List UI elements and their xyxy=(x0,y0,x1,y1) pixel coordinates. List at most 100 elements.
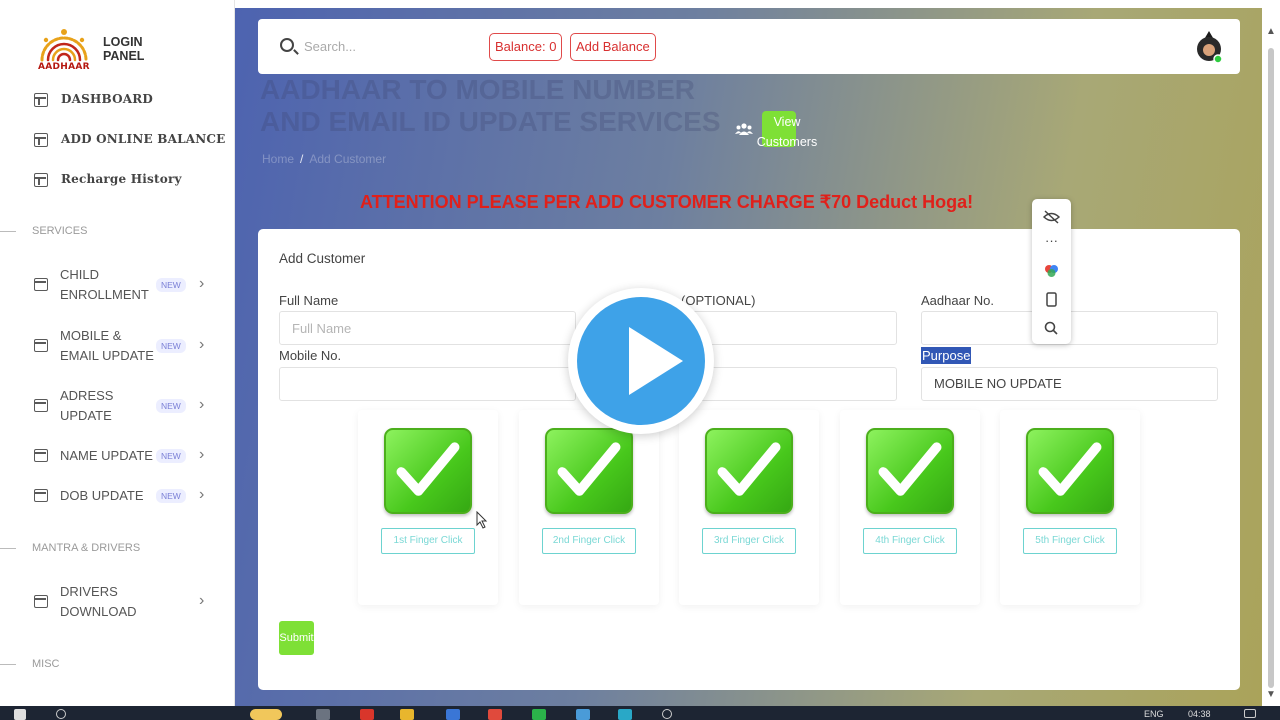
sidebar-item-dob-update[interactable]: DOB UPDATE NEW › xyxy=(0,474,235,518)
mobile-label: Mobile No. xyxy=(279,348,342,363)
play-icon xyxy=(629,327,683,395)
layout-icon xyxy=(34,133,48,147)
people-icon xyxy=(735,123,753,135)
breadcrumb-home[interactable]: Home xyxy=(262,152,294,166)
finger-card-4: 4th Finger Click xyxy=(840,410,980,605)
aadhaar-label: Aadhaar No. xyxy=(921,293,994,308)
full-name-label: Full Name xyxy=(279,293,339,308)
nav-add-online-balance[interactable]: ADD ONLINE BALANCE xyxy=(0,129,235,151)
finger-5-capture-button[interactable]: 5th Finger Click xyxy=(1023,528,1117,554)
section-drivers-label: MANTRA & DRIVERS xyxy=(32,542,141,554)
sidebar-item-label: CHILD ENROLLMENT xyxy=(60,267,149,302)
nav-recharge-history[interactable]: Recharge History xyxy=(0,169,235,191)
scroll-down-icon[interactable]: ▼ xyxy=(1266,689,1276,700)
breadcrumb-current: Add Customer xyxy=(309,152,387,166)
vertical-scrollbar[interactable]: ▲ ▼ xyxy=(1262,8,1280,706)
top-navbar: Balance: 0 Add Balance xyxy=(258,19,1240,74)
play-video-button[interactable] xyxy=(568,288,714,434)
scroll-thumb[interactable] xyxy=(1268,48,1274,688)
full-name-input[interactable] xyxy=(279,311,576,345)
email-optional-label: (OPTIONAL) xyxy=(681,293,756,308)
sidebar-item-label: ADRESS UPDATE xyxy=(60,388,114,423)
add-balance-button[interactable]: Add Balance xyxy=(570,33,656,61)
task-view-icon[interactable] xyxy=(316,709,330,720)
attention-banner: ATTENTION PLEASE PER ADD CUSTOMER CHARGE… xyxy=(360,192,974,212)
checkmark-icon xyxy=(1026,428,1114,514)
card-icon xyxy=(34,489,48,502)
finger-2-capture-button[interactable]: 2nd Finger Click xyxy=(542,528,636,554)
sidebar-item-mobile-email-update[interactable]: MOBILE & EMAIL UPDATE NEW › xyxy=(0,324,235,368)
chevron-right-icon: › xyxy=(199,486,205,503)
finger-3-capture-button[interactable]: 3rd Finger Click xyxy=(702,528,796,554)
submit-button[interactable]: Submit xyxy=(279,621,314,655)
chevron-right-icon: › xyxy=(199,336,205,353)
app-icon[interactable] xyxy=(360,709,374,720)
search-icon[interactable] xyxy=(1032,318,1071,338)
app-icon[interactable] xyxy=(618,709,632,720)
mobile-input[interactable] xyxy=(279,367,576,401)
finger-card-2: 2nd Finger Click xyxy=(519,410,659,605)
card-icon xyxy=(34,278,48,291)
document-icon xyxy=(34,595,48,608)
purpose-select[interactable]: MOBILE NO UPDATE xyxy=(921,367,1218,401)
sidebar-item-label: MOBILE & EMAIL UPDATE xyxy=(60,328,154,363)
card-title: Add Customer xyxy=(279,251,366,266)
sidebar-item-address-update[interactable]: ADRESS UPDATE NEW › xyxy=(0,384,235,428)
section-divider xyxy=(0,548,16,549)
app-icon[interactable] xyxy=(532,709,546,720)
aadhaar-logo[interactable]: AADHAAR LOGIN PANEL xyxy=(32,26,162,74)
search-icon[interactable] xyxy=(280,38,294,52)
app-icon[interactable] xyxy=(446,709,460,720)
copy-icon[interactable] xyxy=(1032,290,1071,310)
search-input[interactable] xyxy=(304,33,484,59)
sidebar-item-label: DOB UPDATE xyxy=(60,488,144,503)
hide-icon[interactable] xyxy=(1032,207,1071,227)
section-divider xyxy=(0,664,16,665)
color-icon[interactable] xyxy=(1032,261,1071,281)
file-explorer-icon[interactable] xyxy=(400,709,414,720)
finger-4-capture-button[interactable]: 4th Finger Click xyxy=(863,528,957,554)
finger-1-capture-button[interactable]: 1st Finger Click xyxy=(381,528,475,554)
app-icon[interactable] xyxy=(576,709,590,720)
logo-title-line1: LOGIN xyxy=(103,35,143,49)
add-customer-card: Add Customer Full Name (OPTIONAL) Aadhaa… xyxy=(258,229,1240,690)
chevron-right-icon: › xyxy=(199,275,205,292)
nav-dashboard-label: DASHBOARD xyxy=(61,92,154,106)
sidebar-item-drivers-download[interactable]: DRIVERS DOWNLOAD › xyxy=(0,580,235,624)
clock[interactable]: 04:38 xyxy=(1188,709,1211,719)
card-icon xyxy=(34,399,48,412)
finger-card-3: 3rd Finger Click xyxy=(679,410,819,605)
floating-toolbar: ··· xyxy=(1032,199,1071,344)
windows-start-icon[interactable] xyxy=(14,709,26,720)
view-customers-label: View Customers xyxy=(756,115,818,149)
card-icon xyxy=(34,449,48,462)
checkmark-icon xyxy=(545,428,633,514)
section-services-label: SERVICES xyxy=(32,225,88,237)
user-avatar[interactable] xyxy=(1192,29,1226,65)
purpose-label: Purpose xyxy=(921,347,972,364)
card-icon xyxy=(34,339,48,352)
checkmark-icon xyxy=(384,428,472,514)
sidebar: AADHAAR LOGIN PANEL DASHBOARD ADD ONLINE… xyxy=(0,0,235,706)
section-drivers-header: MANTRA & DRIVERS xyxy=(0,542,235,556)
breadcrumb-separator: / xyxy=(300,152,304,166)
new-badge: NEW xyxy=(156,339,186,353)
scroll-up-icon[interactable]: ▲ xyxy=(1266,26,1276,37)
chevron-right-icon: › xyxy=(199,592,205,609)
sidebar-item-child-enrollment[interactable]: CHILD ENROLLMENT NEW › xyxy=(0,263,235,307)
app-icon[interactable] xyxy=(662,709,672,719)
finger-card-5: 5th Finger Click xyxy=(1000,410,1140,605)
more-icon[interactable]: ··· xyxy=(1032,233,1071,253)
notifications-icon[interactable] xyxy=(1244,709,1256,718)
sidebar-item-name-update[interactable]: NAME UPDATE NEW › xyxy=(0,434,235,478)
taskbar-search-icon[interactable] xyxy=(56,709,66,719)
chrome-icon[interactable] xyxy=(488,709,502,720)
layout-icon xyxy=(34,173,48,187)
new-badge: NEW xyxy=(156,278,186,292)
sidebar-item-label: DRIVERS DOWNLOAD xyxy=(60,584,137,619)
balance-badge[interactable]: Balance: 0 xyxy=(489,33,563,61)
nav-dashboard[interactable]: DASHBOARD xyxy=(0,89,235,111)
language-indicator[interactable]: ENG xyxy=(1144,709,1164,719)
checkmark-icon xyxy=(705,428,793,514)
weather-icon[interactable] xyxy=(250,709,282,720)
